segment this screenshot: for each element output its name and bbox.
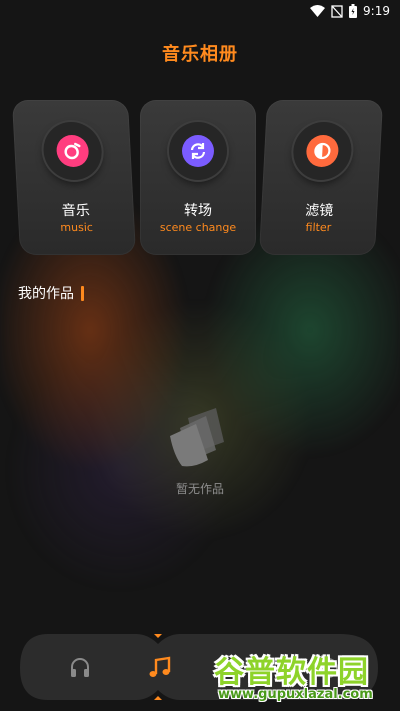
section-title: 我的作品	[18, 286, 74, 302]
card-scene-change[interactable]: 转场 scene change	[140, 100, 256, 255]
card-sub: music	[60, 221, 94, 234]
sim-icon	[331, 4, 343, 18]
empty-text: 暂无作品	[175, 482, 224, 496]
filter-icon-wrap	[291, 122, 353, 180]
tab-headphones[interactable]	[60, 648, 100, 688]
card-label: 滤镜	[304, 203, 334, 219]
card-label: 转场	[184, 203, 212, 219]
tab-music[interactable]	[140, 648, 180, 688]
card-sub: scene change	[159, 221, 237, 234]
music-disc-icon	[55, 135, 90, 167]
status-icons: 9:19	[310, 4, 390, 18]
card-label: 音乐	[61, 203, 91, 219]
card-filter[interactable]: 滤镜 filter	[258, 100, 384, 255]
section-bar	[81, 285, 84, 301]
card-music[interactable]: 音乐 music	[11, 100, 137, 255]
wifi-icon	[310, 5, 326, 17]
music-icon-wrap	[42, 122, 104, 180]
headphones-icon	[71, 658, 89, 677]
empty-box-icon	[170, 408, 224, 467]
watermark-title: 谷普软件园	[214, 655, 369, 690]
app-title: 音乐相册	[162, 44, 238, 65]
scene-icon-wrap	[169, 122, 227, 180]
music-note-icon	[149, 656, 171, 677]
status-time: 9:19	[363, 4, 390, 18]
watermark-url: www.gupuxlazal.com	[218, 687, 373, 702]
card-sub: filter	[305, 221, 332, 234]
watermark: 谷普软件园 www.gupuxlazal.com	[208, 647, 394, 709]
refresh-icon	[182, 135, 214, 167]
filter-icon	[305, 135, 340, 167]
battery-icon	[349, 4, 358, 18]
my-works-header: 我的作品	[18, 283, 84, 303]
status-bar: 9:19	[0, 0, 400, 24]
